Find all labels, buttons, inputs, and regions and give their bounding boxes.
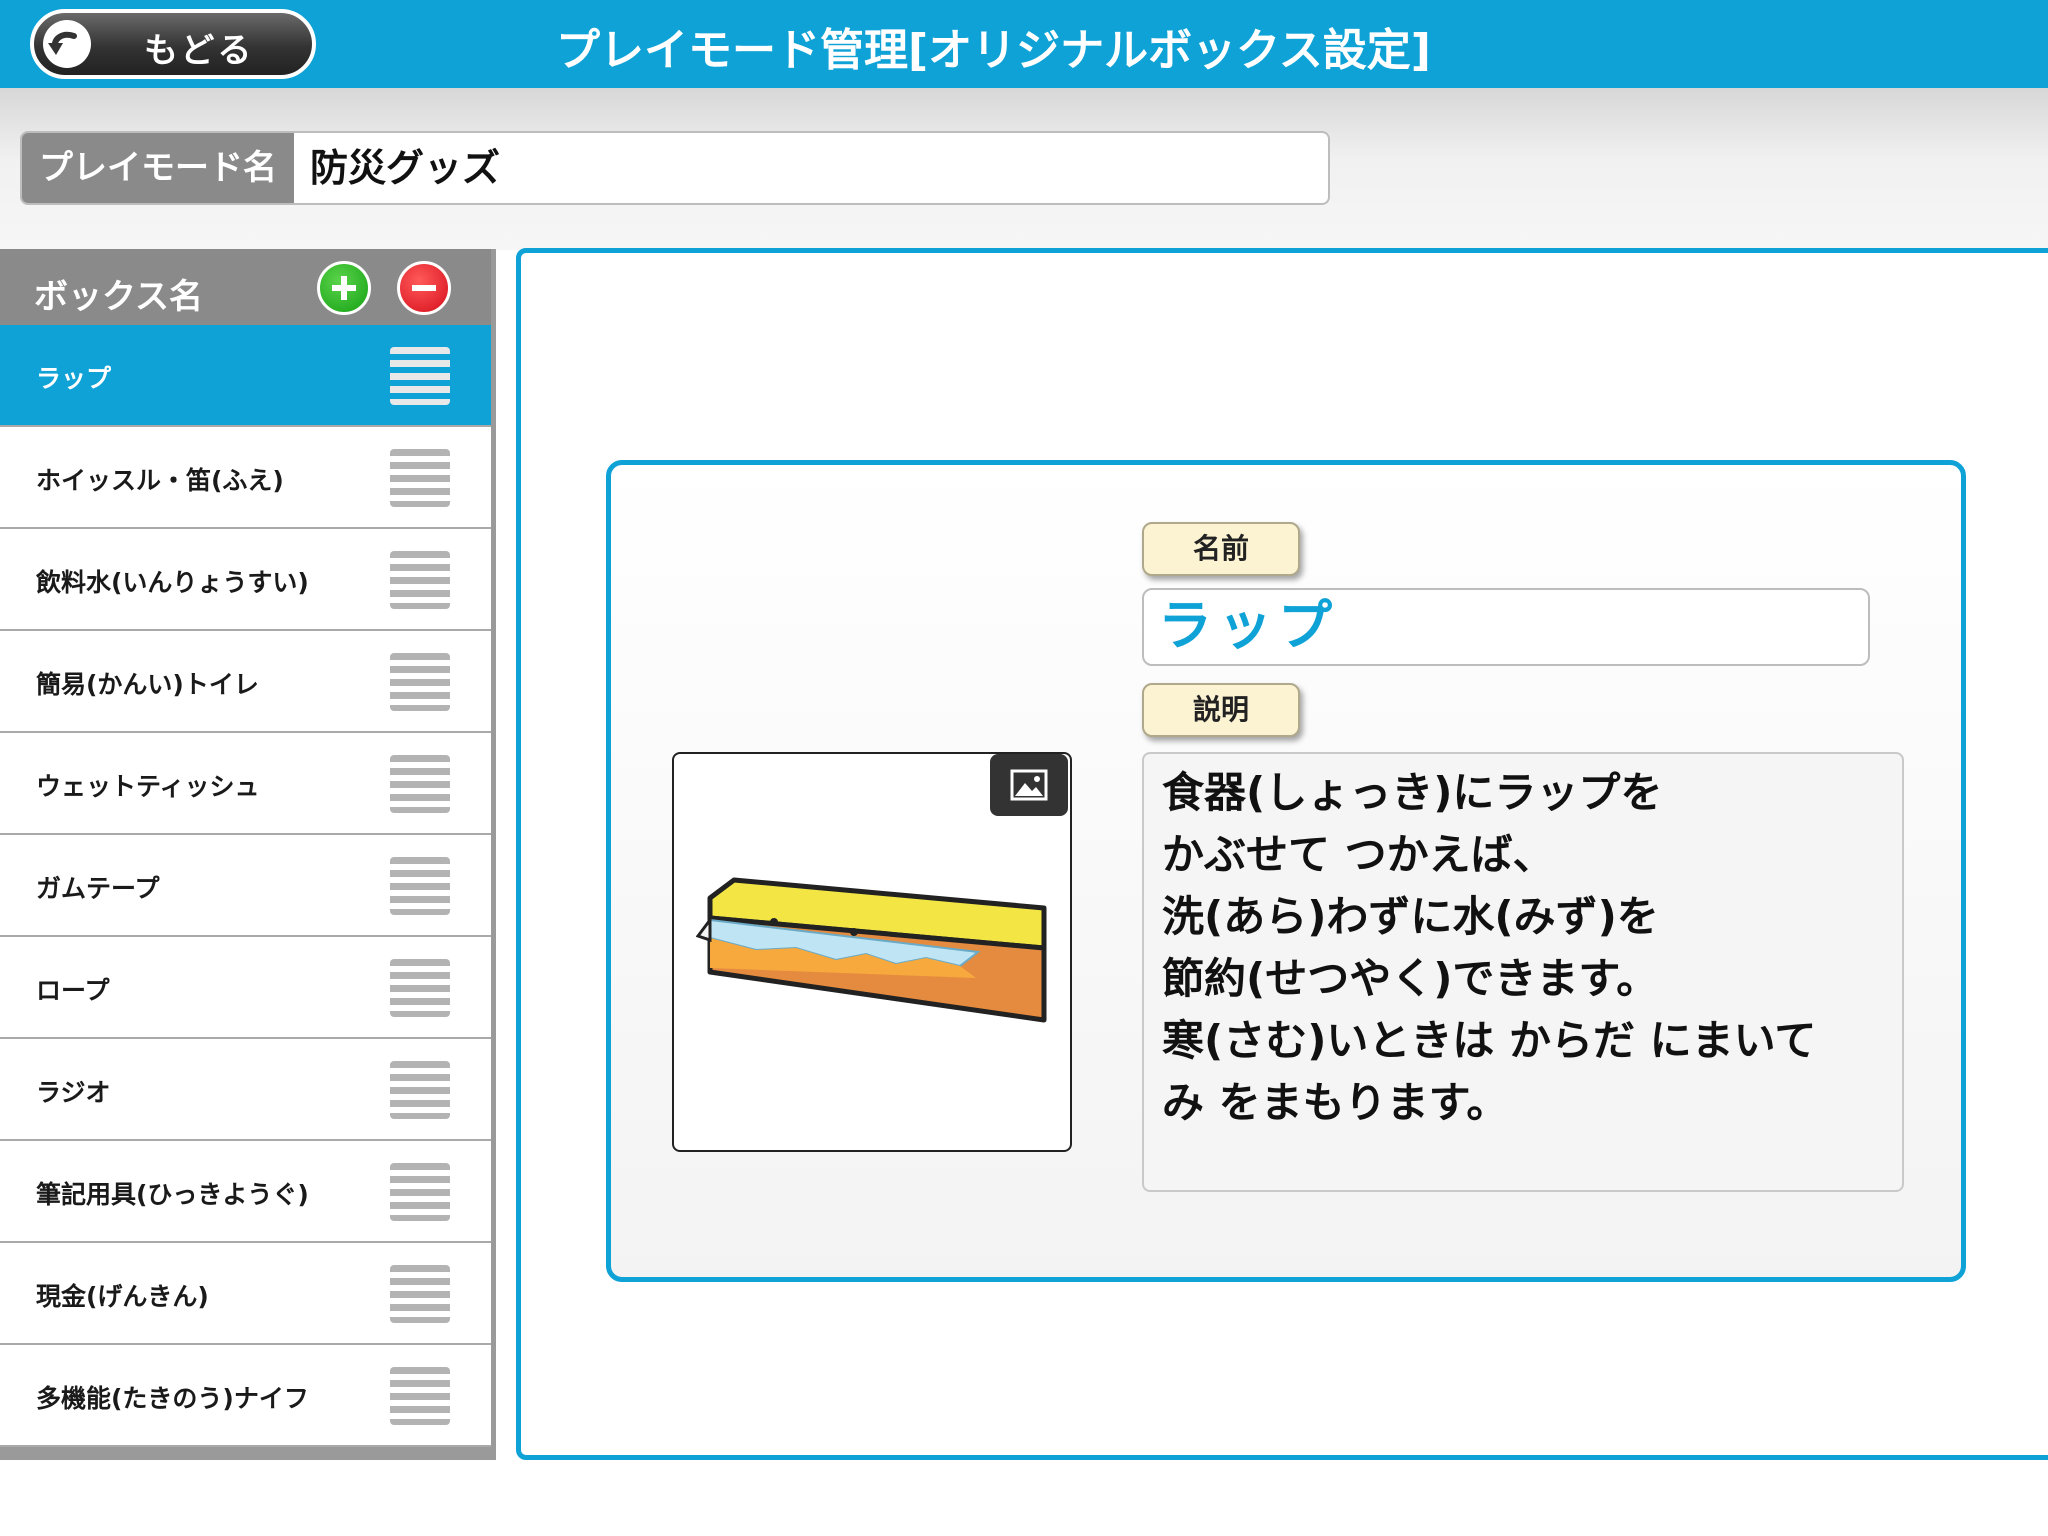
play-mode-name-field[interactable]: 防災グッズ bbox=[310, 133, 500, 203]
back-button-label: もどる bbox=[144, 31, 255, 71]
list-item[interactable]: 簡易(かんい)トイレ bbox=[0, 631, 491, 733]
description-line: み をまもります。 bbox=[1162, 1078, 1509, 1127]
change-image-button[interactable] bbox=[990, 754, 1068, 816]
list-item[interactable]: 多機能(たきのう)ナイフ bbox=[0, 1345, 491, 1447]
box-list-sidebar: ボックス名 ラップ ホイッスル・笛(ふえ) 飲料水(いんりょうすい) 簡易(かん… bbox=[0, 249, 496, 1460]
box-description-field[interactable]: 食器(しょっき)にラップを かぶせて つかえば、 洗(あら)わずに水(みず)を … bbox=[1142, 752, 1904, 1192]
list-item-label: ラップ bbox=[36, 364, 112, 393]
description-line: 寒(さむ)いときは からだ にまいて bbox=[1162, 1016, 1817, 1065]
list-item-label: 筆記用具(ひっきようぐ) bbox=[36, 1180, 309, 1209]
drag-handle-icon[interactable] bbox=[390, 653, 450, 711]
list-item[interactable]: 現金(げんきん) bbox=[0, 1243, 491, 1345]
list-item-label: ホイッスル・笛(ふえ) bbox=[36, 466, 284, 495]
list-item-label: ラジオ bbox=[36, 1078, 111, 1107]
list-item[interactable]: 筆記用具(ひっきようぐ) bbox=[0, 1141, 491, 1243]
description-label-tag: 説明 bbox=[1142, 683, 1300, 737]
box-name-field[interactable]: ラップ bbox=[1142, 588, 1870, 666]
drag-handle-icon[interactable] bbox=[390, 755, 450, 813]
box-list-title: ボックス名 bbox=[34, 277, 203, 317]
play-mode-label: プレイモード名 bbox=[22, 133, 294, 203]
drag-handle-icon[interactable] bbox=[390, 1367, 450, 1425]
image-icon bbox=[1010, 769, 1048, 801]
list-item[interactable]: ロープ bbox=[0, 937, 491, 1039]
list-item-label: ガムテープ bbox=[36, 874, 160, 903]
list-item[interactable]: ウェットティッシュ bbox=[0, 733, 491, 835]
drag-handle-icon[interactable] bbox=[390, 449, 450, 507]
drag-handle-icon[interactable] bbox=[390, 857, 450, 915]
list-item-label: 飲料水(いんりょうすい) bbox=[36, 568, 309, 597]
name-label-tag: 名前 bbox=[1142, 522, 1300, 576]
page-title: プレイモード管理[オリジナルボックス設定] bbox=[556, 25, 1431, 76]
list-item[interactable]: ラップ bbox=[0, 325, 491, 427]
description-line: 洗(あら)わずに水(みず)を bbox=[1162, 892, 1659, 941]
back-arrow-icon bbox=[43, 20, 91, 68]
list-item-label: 簡易(かんい)トイレ bbox=[36, 670, 259, 699]
box-list: ラップ ホイッスル・笛(ふえ) 飲料水(いんりょうすい) 簡易(かんい)トイレ … bbox=[0, 325, 491, 1447]
box-list-header: ボックス名 bbox=[0, 249, 491, 325]
play-mode-row: プレイモード名 防災グッズ bbox=[20, 131, 1330, 205]
drag-handle-icon[interactable] bbox=[390, 1163, 450, 1221]
description-line: 食器(しょっき)にラップを bbox=[1162, 768, 1663, 817]
list-item-label: ロープ bbox=[36, 976, 110, 1005]
back-button[interactable]: もどる bbox=[30, 9, 316, 79]
list-item-label: 現金(げんきん) bbox=[36, 1282, 209, 1311]
list-item[interactable]: ホイッスル・笛(ふえ) bbox=[0, 427, 491, 529]
drag-handle-icon[interactable] bbox=[390, 959, 450, 1017]
app-header: もどる プレイモード管理[オリジナルボックス設定] bbox=[0, 0, 2048, 88]
drag-handle-icon[interactable] bbox=[390, 1061, 450, 1119]
list-item[interactable]: ラジオ bbox=[0, 1039, 491, 1141]
description-line: 節約(せつやく)できます。 bbox=[1162, 954, 1659, 1003]
list-item[interactable]: 飲料水(いんりょうすい) bbox=[0, 529, 491, 631]
add-box-button[interactable] bbox=[317, 261, 371, 315]
drag-handle-icon[interactable] bbox=[390, 347, 450, 405]
list-item-label: ウェットティッシュ bbox=[36, 772, 260, 801]
remove-box-button[interactable] bbox=[397, 261, 451, 315]
wrap-box-picture bbox=[696, 877, 1047, 1023]
list-item-label: 多機能(たきのう)ナイフ bbox=[36, 1384, 309, 1413]
list-item[interactable]: ガムテープ bbox=[0, 835, 491, 937]
drag-handle-icon[interactable] bbox=[390, 551, 450, 609]
drag-handle-icon[interactable] bbox=[390, 1265, 450, 1323]
description-line: かぶせて つかえば、 bbox=[1162, 830, 1555, 879]
